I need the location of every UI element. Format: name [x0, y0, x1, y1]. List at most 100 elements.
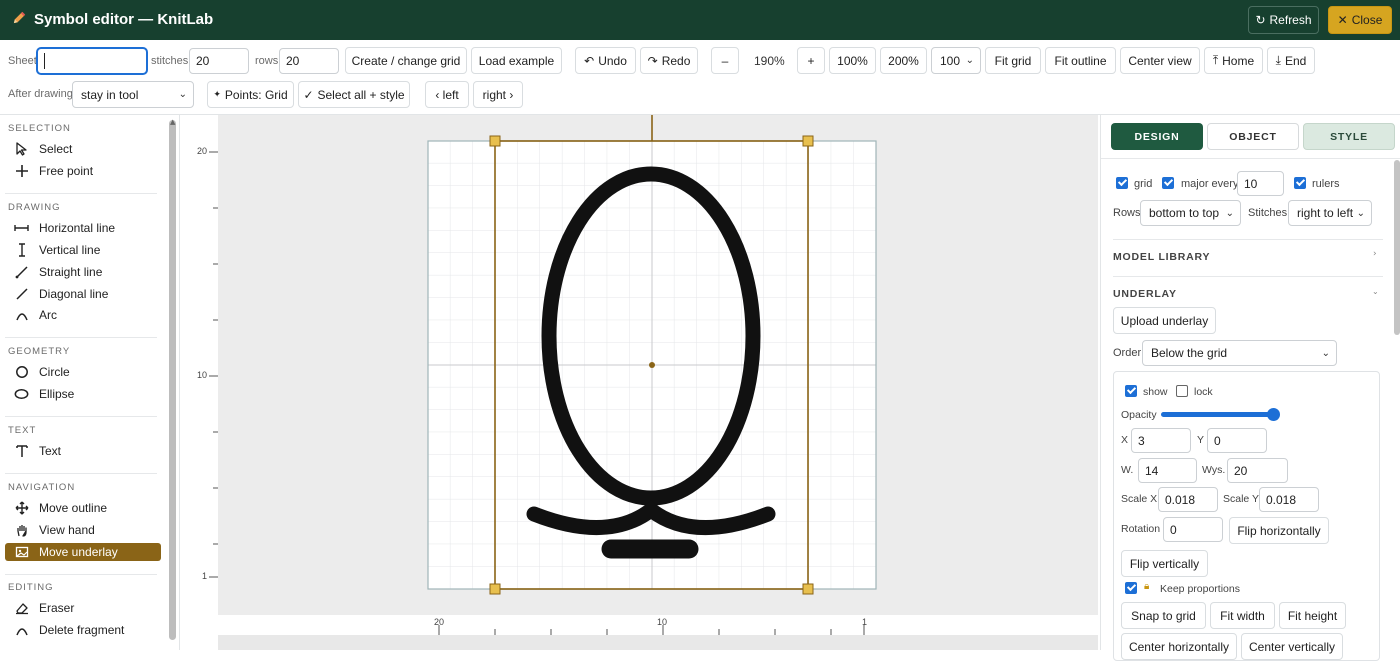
select-all-style-button[interactable]: ✓ Select all + style — [298, 81, 410, 108]
stitches-direction-select[interactable]: right to left ⌄ — [1288, 200, 1372, 226]
resize-handle-bottom-right[interactable] — [802, 583, 814, 595]
left-button[interactable]: ‹ left — [425, 81, 469, 108]
undo-button[interactable]: ↶ Undo — [575, 47, 636, 74]
opacity-slider-thumb[interactable] — [1266, 408, 1280, 421]
sheet-input[interactable] — [37, 48, 147, 74]
window-title: Symbol editor — KnitLab — [12, 10, 213, 29]
fit-height-button[interactable]: Fit height — [1279, 602, 1346, 629]
sheet-label: Sheet — [8, 55, 37, 67]
flip-vertically-button[interactable]: Flip vertically — [1121, 550, 1208, 577]
load-example-button[interactable]: Load example — [471, 47, 562, 74]
tab-style[interactable]: STYLE — [1303, 123, 1395, 150]
tool-eraser[interactable]: Eraser — [5, 599, 161, 617]
tool-delete-fragment[interactable]: Delete fragment — [5, 621, 161, 639]
tool-straight-line-label: Straight line — [39, 265, 103, 279]
zoom-in-button[interactable]: + — [797, 47, 825, 74]
tool-ellipse[interactable]: Ellipse — [5, 385, 161, 403]
rows-input[interactable]: 20 — [279, 48, 339, 74]
refresh-button[interactable]: ↻ Refresh — [1248, 6, 1319, 34]
refresh-icon: ↻ — [1255, 13, 1266, 27]
horizontal-scrollbar[interactable] — [218, 635, 1098, 650]
after-drawing-label: After drawing — [8, 88, 73, 100]
tool-move-outline[interactable]: Move outline — [5, 499, 161, 517]
width-input[interactable]: 14 — [1138, 458, 1197, 483]
center-horizontally-button[interactable]: Center horizontally — [1121, 633, 1237, 660]
points-grid-label: Points: Grid — [224, 87, 288, 102]
right-button[interactable]: right › — [473, 81, 523, 108]
opacity-slider[interactable] — [1161, 412, 1279, 417]
tool-arc[interactable]: Arc — [5, 306, 161, 324]
zoom-200-button[interactable]: 200% — [880, 47, 927, 74]
home-button[interactable]: ⤒ Home — [1204, 47, 1263, 74]
tool-view-hand[interactable]: View hand — [5, 521, 161, 539]
underlay-header[interactable]: UNDERLAY — [1113, 288, 1177, 300]
major-every-checkbox[interactable] — [1162, 177, 1174, 189]
close-button[interactable]: ✕ Close — [1328, 6, 1392, 34]
order-select[interactable]: Below the grid ⌄ — [1142, 340, 1337, 366]
stitches-input[interactable]: 20 — [189, 48, 249, 74]
arc-icon — [14, 308, 29, 323]
close-label: Close — [1351, 13, 1383, 27]
tool-vertical-line[interactable]: Vertical line — [5, 241, 161, 259]
resize-handle-top-left[interactable] — [489, 135, 501, 147]
points-grid-button[interactable]: ✦ Points: Grid — [207, 81, 294, 108]
show-label: show — [1143, 386, 1168, 398]
pencil-icon — [12, 10, 27, 29]
tool-text[interactable]: Text — [5, 442, 161, 460]
tool-circle[interactable]: Circle — [5, 363, 161, 381]
chevron-down-icon[interactable]: ⌄ — [1372, 287, 1379, 296]
model-library-header[interactable]: MODEL LIBRARY — [1113, 251, 1210, 263]
drawing-canvas[interactable] — [218, 115, 1098, 615]
y-input[interactable]: 0 — [1207, 428, 1267, 453]
resize-handle-top-right[interactable] — [802, 135, 814, 147]
grid-checkbox[interactable] — [1116, 177, 1128, 189]
center-vertically-button[interactable]: Center vertically — [1241, 633, 1343, 660]
canvas-svg[interactable] — [218, 115, 1098, 615]
show-checkbox[interactable] — [1125, 385, 1137, 397]
scale-x-input[interactable]: 0.018 — [1158, 487, 1218, 512]
zoom-100-button[interactable]: 100% — [829, 47, 876, 74]
home-icon: ⤒ — [1212, 53, 1219, 67]
width-label: W. — [1121, 464, 1134, 476]
resize-handle-bottom-left[interactable] — [489, 583, 501, 595]
tool-horizontal-line-label: Horizontal line — [39, 221, 116, 235]
chevron-right-icon[interactable]: › — [1373, 249, 1377, 259]
redo-button[interactable]: ↷ Redo — [640, 47, 698, 74]
snap-to-grid-button[interactable]: Snap to grid — [1121, 602, 1206, 629]
keep-proportions-checkbox[interactable] — [1125, 582, 1137, 594]
arc-icon — [14, 623, 29, 638]
end-button[interactable]: ⤓ End — [1267, 47, 1315, 74]
center-view-button[interactable]: Center view — [1120, 47, 1200, 74]
x-input[interactable]: 3 — [1131, 428, 1191, 453]
create-grid-button[interactable]: Create / change grid — [345, 47, 467, 74]
upload-underlay-button[interactable]: Upload underlay — [1113, 307, 1216, 334]
chevron-down-icon: ⌄ — [178, 89, 187, 100]
rulers-checkbox[interactable] — [1294, 177, 1306, 189]
tab-object[interactable]: OBJECT — [1207, 123, 1299, 150]
tab-design[interactable]: DESIGN — [1111, 123, 1203, 150]
sidebar-scrollbar[interactable] — [169, 120, 176, 640]
rotation-input[interactable]: 0 — [1163, 517, 1223, 542]
image-icon — [14, 545, 29, 560]
cursor-arrow-icon — [14, 142, 29, 157]
tool-diagonal-line[interactable]: Diagonal line — [5, 285, 161, 303]
rows-direction-select[interactable]: bottom to top ⌄ — [1140, 200, 1241, 226]
fit-grid-button[interactable]: Fit grid — [985, 47, 1041, 74]
after-drawing-select[interactable]: stay in tool ⌄ — [72, 81, 194, 108]
panel-scrollbar[interactable] — [1394, 160, 1400, 335]
fit-width-button[interactable]: Fit width — [1210, 602, 1275, 629]
scale-y-input[interactable]: 0.018 — [1259, 487, 1319, 512]
zoom-select[interactable]: 100 ⌄ — [931, 47, 981, 74]
tool-horizontal-line[interactable]: Horizontal line — [5, 219, 161, 237]
major-every-input[interactable]: 10 — [1237, 171, 1284, 196]
fit-outline-button[interactable]: Fit outline — [1045, 47, 1116, 74]
zoom-out-button[interactable]: – — [711, 47, 739, 74]
tool-select[interactable]: Select — [5, 140, 161, 158]
tool-straight-line[interactable]: Straight line — [5, 263, 161, 281]
tool-move-underlay[interactable]: Move underlay — [5, 543, 161, 561]
tool-free-point[interactable]: Free point — [5, 162, 161, 180]
divider — [5, 473, 157, 474]
flip-horizontally-button[interactable]: Flip horizontally — [1229, 517, 1329, 544]
height-input[interactable]: 20 — [1227, 458, 1288, 483]
lock-checkbox[interactable] — [1176, 385, 1188, 397]
